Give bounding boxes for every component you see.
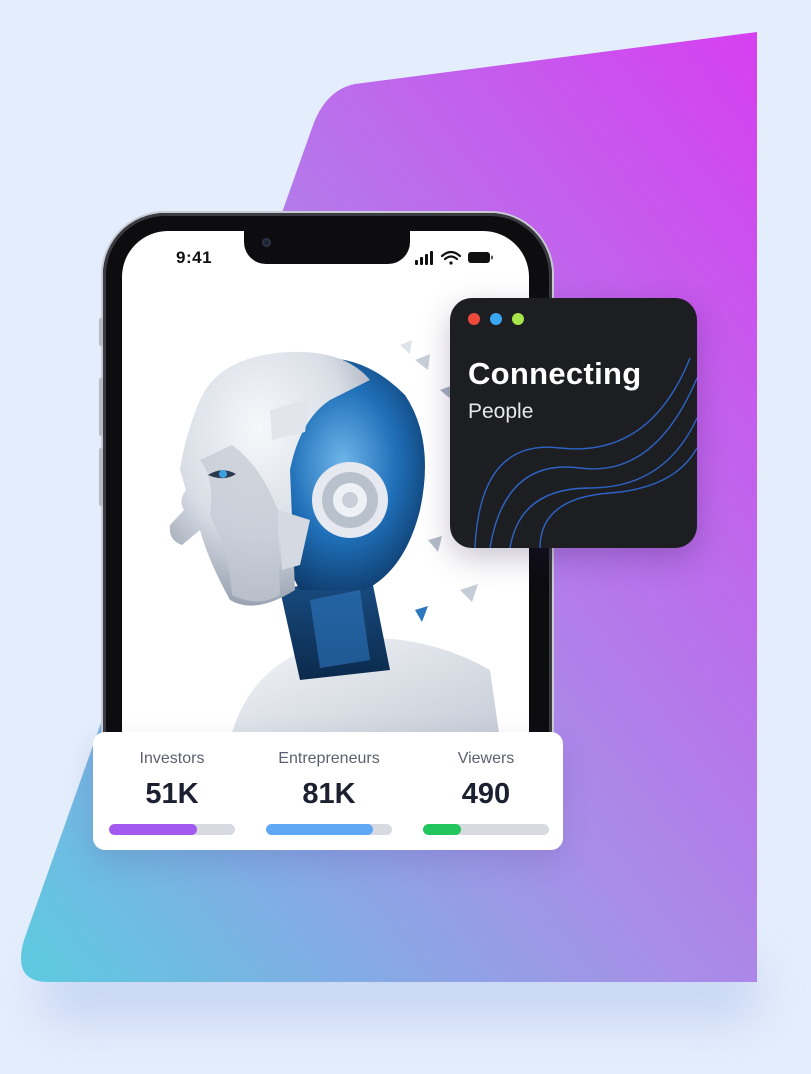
stat-label: Viewers [457,750,515,767]
status-icons [415,250,493,265]
front-camera [262,238,271,247]
stat-label: Entrepreneurs [278,750,380,767]
progress-fill [109,824,198,835]
progress-track [266,824,392,835]
progress-track [423,824,549,835]
stat-investors: Investors 51K [109,732,235,850]
phone-mute-switch [99,318,103,346]
window-dots [468,313,524,325]
battery-icon [468,252,493,263]
stat-label: Investors [139,750,205,767]
phone-volume-down [99,448,103,506]
stat-value: 81K [302,778,356,810]
status-time: 9:41 [176,248,213,267]
window-dot-green [512,313,524,325]
signal-icon [415,251,433,265]
card-title: Connecting [468,356,642,391]
stat-entrepreneurs: Entrepreneurs 81K [266,732,392,850]
wifi-icon [440,250,462,265]
window-dot-red [468,313,480,325]
progress-track [109,824,235,835]
stat-value: 51K [145,778,199,810]
stat-value: 490 [461,778,511,810]
window-dot-blue [490,313,502,325]
stat-viewers: Viewers 490 [423,732,549,850]
progress-fill [423,824,461,835]
phone-volume-up [99,378,103,436]
connecting-card: Connecting People [450,298,697,548]
stats-card: Investors 51K Entrepreneurs 81K Viewers … [93,732,563,850]
phone-notch [244,231,410,264]
progress-fill [266,824,374,835]
card-subtitle: People [468,400,534,423]
